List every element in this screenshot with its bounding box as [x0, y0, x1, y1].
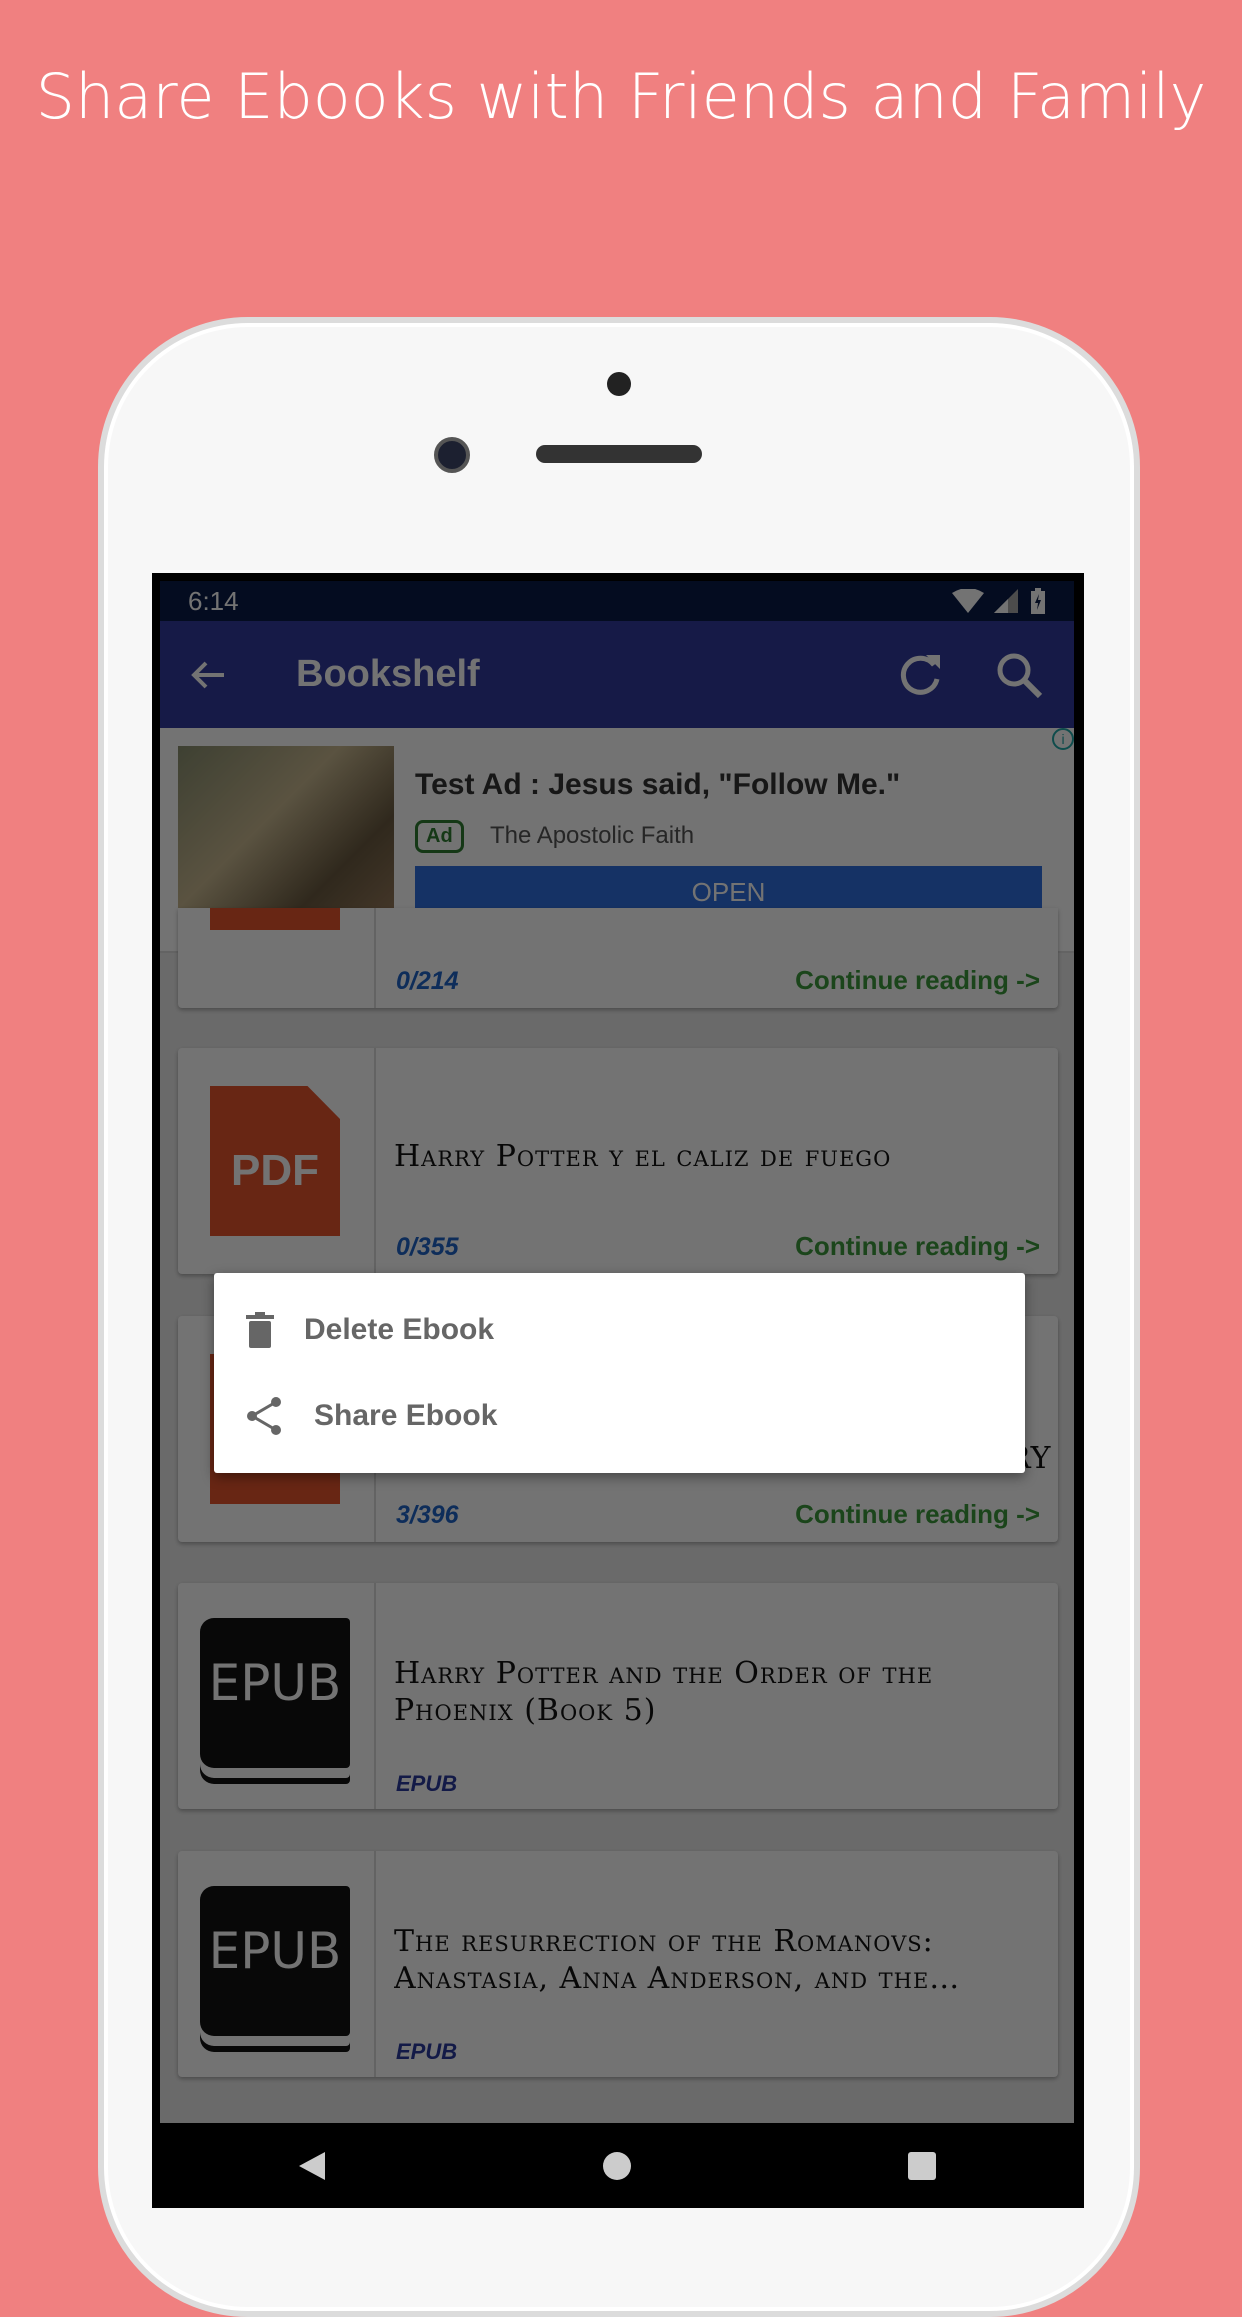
book-card[interactable]: 0/214 Continue reading -> — [178, 908, 1058, 1008]
sensor — [607, 372, 631, 396]
back-arrow-icon[interactable] — [190, 660, 226, 690]
home-nav-icon[interactable] — [602, 2151, 632, 2181]
book-title: The resurrection of the Romanovs: Anasta… — [394, 1924, 934, 1996]
book-title: Harry Potter y el caliz de fuego — [394, 1139, 892, 1174]
status-time: 6:14 — [188, 585, 239, 616]
ad-title: Test Ad : Jesus said, "Follow Me." — [415, 768, 901, 801]
status-bar: 6:14 — [160, 581, 1074, 621]
menu-item-label: Share Ebook — [314, 1399, 498, 1432]
menu-item-label: Delete Ebook — [304, 1313, 495, 1346]
signal-icon — [994, 589, 1018, 613]
share-icon — [247, 1397, 281, 1435]
refresh-icon[interactable] — [896, 651, 944, 699]
book-card[interactable]: EPUB The resurrection of the Romanovs: A… — [178, 1851, 1058, 2077]
menu-item-share[interactable]: Share Ebook — [214, 1373, 1025, 1459]
epub-icon: EPUB — [200, 1886, 350, 2036]
epub-icon: EPUB — [200, 1618, 350, 1768]
continue-reading-link[interactable]: Continue reading -> — [795, 965, 1040, 996]
book-card[interactable]: EPUB Harry Potter and the Order of the P… — [178, 1583, 1058, 1809]
book-title: Harry Potter and the Order of the Phoeni… — [394, 1656, 934, 1728]
book-progress: 0/355 — [396, 1233, 459, 1261]
navigation-bar — [160, 2123, 1074, 2208]
phone-screen: 6:14 Bookshelf i Test Ad : Jesus said, "… — [152, 573, 1084, 2208]
trash-icon — [246, 1312, 274, 1348]
back-nav-icon[interactable] — [297, 2150, 327, 2182]
book-card[interactable]: PDF Harry Potter y el caliz de fuego 0/3… — [178, 1048, 1058, 1274]
headline: Share Ebooks with Friends and Family — [35, 60, 1207, 133]
wifi-icon — [952, 589, 984, 613]
book-progress: 0/214 — [396, 967, 459, 995]
book-progress: 3/396 — [396, 1501, 459, 1529]
book-format: EPUB — [396, 2039, 458, 2064]
ad-source: The Apostolic Faith — [490, 822, 695, 849]
app-bar: Bookshelf — [160, 621, 1074, 728]
continue-reading-link[interactable]: Continue reading -> — [795, 1499, 1040, 1530]
continue-reading-link[interactable]: Continue reading -> — [795, 1231, 1040, 1262]
context-menu: Delete Ebook Share Ebook — [214, 1273, 1025, 1473]
menu-item-delete[interactable]: Delete Ebook — [214, 1287, 1025, 1373]
front-camera — [434, 437, 470, 473]
pdf-icon: PDF — [210, 1086, 340, 1236]
ad-info-icon[interactable]: i — [1052, 728, 1074, 750]
recents-nav-icon[interactable] — [907, 2151, 937, 2181]
battery-icon — [1031, 588, 1045, 614]
speaker — [536, 445, 702, 463]
ad-badge: Ad — [415, 820, 464, 853]
search-icon[interactable] — [994, 650, 1044, 700]
book-format: EPUB — [396, 1771, 458, 1796]
pdf-icon — [210, 908, 340, 930]
page-title: Bookshelf — [296, 653, 480, 695]
